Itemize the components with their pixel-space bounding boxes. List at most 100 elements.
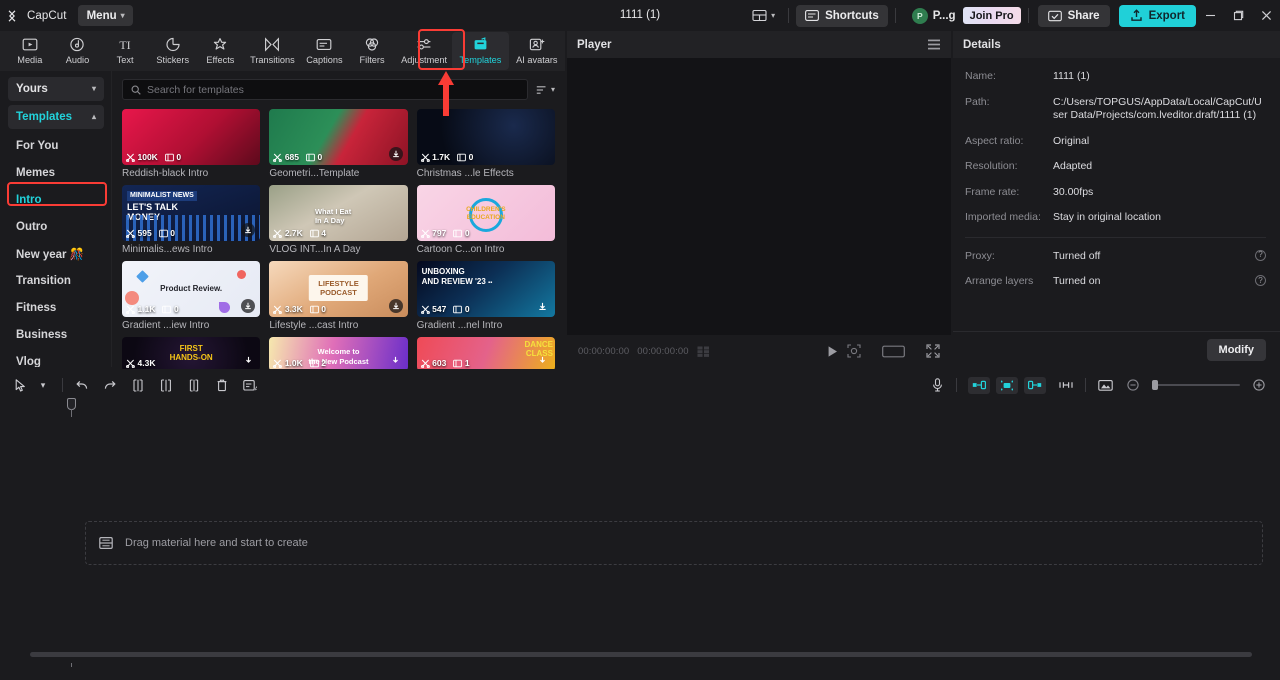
template-thumbnail[interactable]: FIRST HANDS-ON 4.3K bbox=[122, 337, 261, 371]
trim-right-button[interactable] bbox=[183, 374, 205, 396]
shortcuts-button[interactable]: Shortcuts bbox=[796, 4, 888, 27]
template-thumbnail[interactable]: MINIMALIST NEWS LET'S TALKMONEY 595 0 bbox=[122, 185, 261, 241]
tab-ai-avatars[interactable]: AI avatars bbox=[509, 32, 565, 70]
aspect-ratio-icon[interactable] bbox=[882, 345, 905, 358]
template-thumbnail[interactable]: DANCE CLASS 603 1 bbox=[416, 337, 555, 371]
play-icon[interactable] bbox=[826, 345, 839, 358]
sidebar-item-vlog[interactable]: Vlog bbox=[8, 349, 104, 367]
layout-button[interactable]: ▾ bbox=[746, 5, 781, 27]
delete-button[interactable] bbox=[211, 374, 233, 396]
help-icon[interactable]: ? bbox=[1255, 249, 1266, 261]
tab-effects[interactable]: Effects bbox=[197, 32, 245, 70]
download-button[interactable] bbox=[536, 353, 550, 367]
template-thumbnail[interactable]: 1.7K 0 bbox=[416, 109, 555, 165]
template-stats: 1.7K 0 bbox=[420, 152, 473, 162]
keyframe-next-button[interactable] bbox=[1024, 376, 1046, 394]
template-card[interactable]: DANCE CLASS 603 1 bbox=[416, 337, 555, 371]
template-thumbnail[interactable]: 100K 0 bbox=[122, 109, 261, 165]
template-thumbnail[interactable]: CHILDREN'S EDUCATION 797 0 bbox=[416, 185, 555, 241]
download-button[interactable] bbox=[388, 299, 403, 313]
sidebar-item-intro[interactable]: Intro bbox=[8, 187, 104, 213]
help-icon[interactable]: ? bbox=[1255, 275, 1266, 286]
zoom-out-button[interactable] bbox=[1122, 374, 1144, 396]
template-thumbnail[interactable]: UNBOXING AND REVIEW '23 ▪▪ 547 0 bbox=[416, 261, 555, 317]
menu-button[interactable]: Menu ▾ bbox=[77, 5, 133, 26]
sidebar-group-templates[interactable]: Templates ▴ bbox=[8, 105, 104, 129]
modify-button[interactable]: Modify bbox=[1206, 338, 1266, 361]
tab-media[interactable]: Media bbox=[6, 32, 54, 70]
voiceover-button[interactable] bbox=[926, 374, 948, 396]
trim-left-button[interactable] bbox=[155, 374, 177, 396]
template-card[interactable]: FIRST HANDS-ON 4.3K bbox=[122, 337, 261, 371]
tab-text[interactable]: TI Text bbox=[101, 32, 149, 70]
template-thumbnail[interactable]: 685 0 bbox=[269, 109, 408, 165]
template-card[interactable]: What I Eat In A Day 2.7K 4 VLOG INT...In … bbox=[269, 185, 408, 255]
sidebar-item-transition[interactable]: Transition bbox=[8, 268, 104, 294]
template-card[interactable]: UNBOXING AND REVIEW '23 ▪▪ 547 0 Gradient… bbox=[416, 261, 555, 331]
timeline-tracks[interactable]: Drag material here and start to create bbox=[0, 417, 1280, 663]
export-button[interactable]: Export bbox=[1118, 4, 1196, 27]
timeline-ruler[interactable] bbox=[0, 401, 1280, 417]
horizontal-scrollbar-thumb[interactable] bbox=[30, 652, 1252, 657]
player-canvas[interactable] bbox=[567, 58, 951, 335]
select-tool-button[interactable] bbox=[10, 374, 32, 396]
close-button[interactable] bbox=[1252, 0, 1280, 31]
template-name: Lifestyle ...cast Intro bbox=[269, 320, 359, 331]
template-thumbnail[interactable]: Welcome to the New Podcast 1.0K 2 bbox=[269, 337, 408, 371]
zoom-slider-knob[interactable] bbox=[1152, 380, 1158, 390]
zoom-in-button[interactable] bbox=[1248, 374, 1270, 396]
zoom-slider[interactable] bbox=[1152, 380, 1240, 390]
template-thumbnail[interactable]: LIFESTYLE PODCAST 3.3K 0 bbox=[269, 261, 408, 317]
minimize-button[interactable] bbox=[1196, 0, 1224, 31]
auto-caption-button[interactable]: A bbox=[239, 374, 261, 396]
share-button[interactable]: Share bbox=[1037, 4, 1110, 27]
sidebar-item-new-year[interactable]: New year 🎊 bbox=[8, 241, 104, 267]
split-button[interactable] bbox=[127, 374, 149, 396]
tab-stickers[interactable]: Stickers bbox=[149, 32, 197, 70]
sidebar-group-yours[interactable]: Yours ▾ bbox=[8, 77, 104, 101]
tab-audio[interactable]: Audio bbox=[54, 32, 102, 70]
drop-zone[interactable]: Drag material here and start to create bbox=[85, 521, 1263, 565]
template-thumbnail[interactable]: Product Review. 1.1K 0 bbox=[122, 261, 261, 317]
scissors-icon bbox=[126, 359, 135, 368]
template-stats: 100K 0 bbox=[126, 152, 181, 162]
template-card[interactable]: LIFESTYLE PODCAST 3.3K 0 Lifestyle ...cas… bbox=[269, 261, 408, 331]
download-button[interactable] bbox=[536, 299, 550, 313]
sidebar-item-for-you[interactable]: For You bbox=[8, 133, 104, 159]
template-card[interactable]: 100K 0 Reddish-black Intro bbox=[122, 109, 261, 179]
sidebar-item-fitness[interactable]: Fitness bbox=[8, 295, 104, 321]
download-button[interactable] bbox=[388, 147, 403, 161]
focus-icon[interactable] bbox=[847, 344, 861, 358]
tab-captions[interactable]: Captions bbox=[301, 32, 349, 70]
undo-button[interactable] bbox=[71, 374, 93, 396]
template-card[interactable]: CHILDREN'S EDUCATION 797 0 Cartoon C...on… bbox=[416, 185, 555, 255]
link-clips-button[interactable] bbox=[1055, 374, 1077, 396]
fullscreen-icon[interactable] bbox=[926, 344, 940, 358]
account-group[interactable]: P P...g bbox=[911, 7, 956, 24]
template-card[interactable]: 685 0 Geometri...Template bbox=[269, 109, 408, 179]
tab-transitions[interactable]: Transitions bbox=[244, 32, 300, 70]
search-input[interactable]: Search for templates bbox=[122, 79, 528, 100]
hamburger-icon[interactable] bbox=[927, 39, 941, 50]
template-card[interactable]: MINIMALIST NEWS LET'S TALKMONEY 595 0 Mi… bbox=[122, 185, 261, 255]
sidebar-item-outro[interactable]: Outro bbox=[8, 214, 104, 240]
maximize-button[interactable] bbox=[1224, 0, 1252, 31]
sidebar-item-memes[interactable]: Memes bbox=[8, 160, 104, 186]
tab-filters[interactable]: Filters bbox=[348, 32, 396, 70]
download-button[interactable] bbox=[389, 353, 403, 367]
preview-mode-button[interactable] bbox=[1094, 374, 1116, 396]
keyframe-add-button[interactable] bbox=[996, 376, 1018, 394]
redo-button[interactable] bbox=[99, 374, 121, 396]
frames-icon[interactable] bbox=[697, 346, 710, 357]
sort-filter-button[interactable]: ▾ bbox=[536, 84, 555, 96]
template-card[interactable]: Welcome to the New Podcast 1.0K 2 bbox=[269, 337, 408, 371]
template-card[interactable]: 1.7K 0 Christmas ...le Effects bbox=[416, 109, 555, 179]
tab-templates[interactable]: Templates bbox=[452, 32, 509, 70]
tab-adjustment[interactable]: Adjustment bbox=[396, 32, 452, 70]
select-tool-dropdown[interactable]: ▾ bbox=[32, 374, 54, 396]
template-card[interactable]: Product Review. 1.1K 0 Gradient ...iew I… bbox=[122, 261, 261, 331]
template-thumbnail[interactable]: What I Eat In A Day 2.7K 4 bbox=[269, 185, 408, 241]
join-pro-button[interactable]: Join Pro bbox=[962, 7, 1021, 24]
keyframe-prev-button[interactable] bbox=[968, 376, 990, 394]
sidebar-item-business[interactable]: Business bbox=[8, 322, 104, 348]
